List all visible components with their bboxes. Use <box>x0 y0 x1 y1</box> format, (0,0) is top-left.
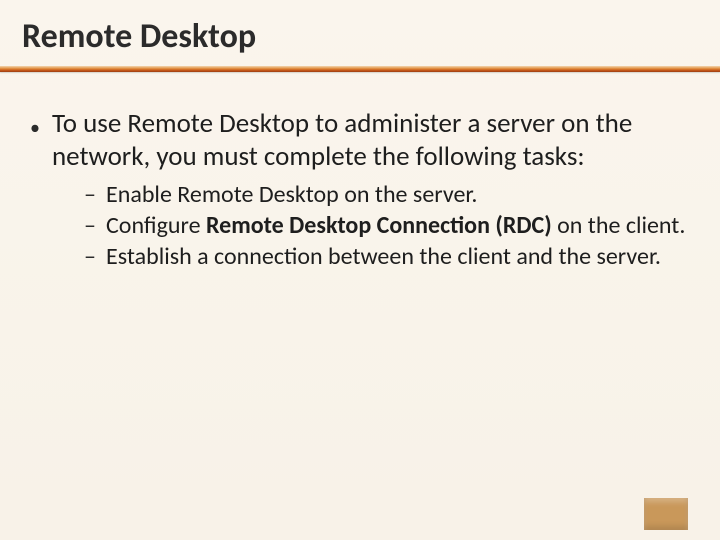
dash-icon <box>84 211 106 240</box>
bullet-level2: Establish a connection between the clien… <box>84 242 690 271</box>
sub-text-pre: Configure <box>106 211 206 240</box>
sub-text-bold: Remote Desktop Connection (RDC) <box>206 211 557 240</box>
title-underline <box>0 66 720 72</box>
sub-list: Enable Remote Desktop on the server. Con… <box>84 180 690 272</box>
bullet-level2: Configure Remote Desktop Connection (RDC… <box>84 211 690 240</box>
slide: Remote Desktop To use Remote Desktop to … <box>0 0 720 540</box>
sub-text-post: on the client. <box>557 211 685 240</box>
dash-icon <box>84 180 106 209</box>
sub-text: Establish a connection between the clien… <box>106 242 690 271</box>
bullet-level2: Enable Remote Desktop on the server. <box>84 180 690 209</box>
footer-accent <box>644 498 688 530</box>
slide-title: Remote Desktop <box>22 16 256 57</box>
bullet-level1: To use Remote Desktop to administer a se… <box>30 108 690 174</box>
dash-icon <box>84 242 106 271</box>
slide-body: To use Remote Desktop to administer a se… <box>30 108 690 274</box>
sub-text: Enable Remote Desktop on the server. <box>106 180 690 209</box>
bullet-text: To use Remote Desktop to administer a se… <box>52 108 690 174</box>
sub-text: Configure Remote Desktop Connection (RDC… <box>106 211 690 240</box>
bullet-icon <box>30 108 52 174</box>
